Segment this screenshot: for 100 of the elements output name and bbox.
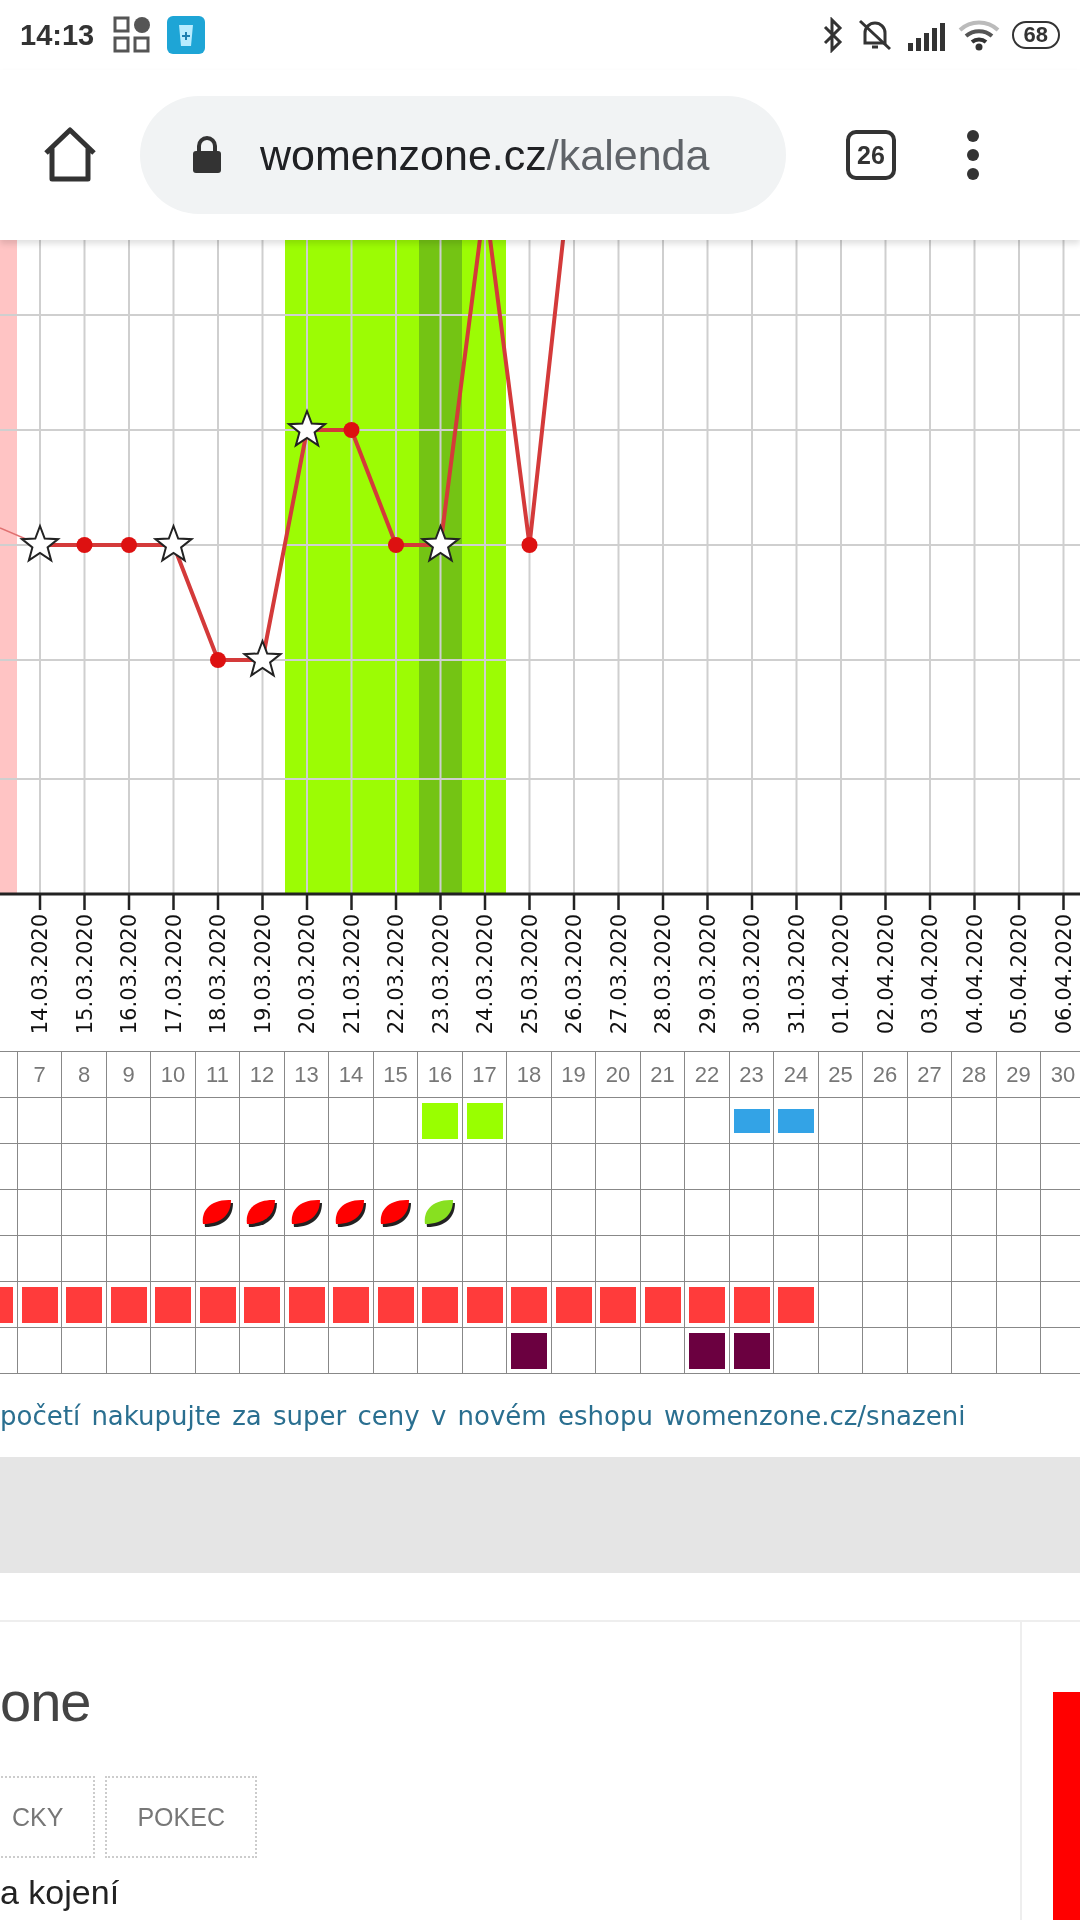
calendar-cell [551, 1190, 597, 1236]
calendar-cell [952, 1098, 997, 1144]
calendar-cell [907, 1282, 953, 1328]
date-label: 17.03.2020 [161, 914, 186, 1035]
calendar-cell [62, 1098, 107, 1144]
tab-count-button[interactable]: 26 [846, 130, 896, 180]
calendar-cell [952, 1144, 997, 1190]
calendar-cell [907, 1190, 953, 1236]
calendar-cell [106, 1190, 152, 1236]
calendar-cell [151, 1098, 196, 1144]
date-label: 31.03.2020 [784, 914, 809, 1035]
calendar-cell [907, 1098, 953, 1144]
calendar-cell [818, 1236, 864, 1282]
day-cell: 25 [818, 1052, 864, 1098]
calendar-cell [863, 1282, 908, 1328]
day-cell: 22 [685, 1052, 730, 1098]
day-cell: 21 [640, 1052, 686, 1098]
day-cell: 11 [195, 1052, 241, 1098]
day-cell: 7 [17, 1052, 63, 1098]
day-cell: 16 [418, 1052, 463, 1098]
calendar-cell [62, 1190, 107, 1236]
calendar-cell [151, 1144, 196, 1190]
calendar-cell [17, 1190, 63, 1236]
calendar-cell [996, 1236, 1042, 1282]
calendar-cell [195, 1098, 241, 1144]
lock-icon [190, 135, 224, 175]
calendar-cell [507, 1144, 552, 1190]
date-label: 06.04.2020 [1051, 914, 1076, 1035]
date-label: 29.03.2020 [695, 914, 720, 1035]
calendar-cell [996, 1190, 1042, 1236]
calendar-cell [818, 1144, 864, 1190]
date-label: 25.03.2020 [517, 914, 542, 1035]
day-cell: 30 [1041, 1052, 1080, 1098]
day-cell: 13 [284, 1052, 330, 1098]
day-cell: 9 [106, 1052, 152, 1098]
date-label: 05.04.2020 [1007, 914, 1031, 1035]
calendar-cell [907, 1328, 953, 1374]
star-marker [152, 523, 195, 563]
date-label: 02.04.2020 [873, 914, 898, 1035]
calendar-cell [996, 1282, 1042, 1328]
battery-indicator: 68 [1011, 21, 1060, 49]
calendar-cell [551, 1144, 597, 1190]
calendar-cell [996, 1328, 1042, 1374]
day-cell: 15 [373, 1052, 419, 1098]
day-cell: 23 [729, 1052, 775, 1098]
calendar-cell [284, 1098, 330, 1144]
data-point [210, 652, 226, 668]
day-cell: 27 [907, 1052, 953, 1098]
date-label: 28.03.2020 [651, 914, 675, 1035]
calendar-cell [640, 1144, 686, 1190]
day-cell: 20 [596, 1052, 641, 1098]
promo-link[interactable]: početí nakupujte za super ceny v novém eshopu womenzone.cz/snazeni [0, 1400, 966, 1431]
calendar-cell [907, 1236, 953, 1282]
calendar-cell [596, 1144, 641, 1190]
day-cell: 28 [952, 1052, 997, 1098]
star-marker [419, 523, 462, 563]
nav-button[interactable]: CKY [0, 1776, 96, 1858]
calendar-cell [996, 1144, 1042, 1190]
calendar-cell [507, 1190, 552, 1236]
date-label: 18.03.2020 [206, 914, 230, 1035]
date-label: 19.03.2020 [250, 914, 275, 1035]
site-logo[interactable]: one [0, 1672, 1020, 1732]
day-cell: 19 [551, 1052, 597, 1098]
calendar-cell [106, 1098, 152, 1144]
data-point [521, 537, 538, 553]
date-label: 20.03.2020 [295, 914, 319, 1035]
date-label: 04.04.2020 [962, 914, 987, 1035]
calendar-cell [17, 1098, 63, 1144]
date-label: 30.03.2020 [740, 914, 764, 1035]
menu-icon[interactable] [966, 129, 980, 181]
calendar-cell [685, 1144, 730, 1190]
date-label: 24.03.2020 [473, 914, 497, 1035]
calendar-cell [240, 1098, 285, 1144]
day-cell: 18 [507, 1052, 552, 1098]
calendar-cell [551, 1098, 597, 1144]
star-marker [241, 638, 284, 678]
calendar-cell [729, 1190, 775, 1236]
address-bar[interactable]: womenzone.cz/kalenda [140, 96, 786, 214]
data-point [76, 537, 93, 553]
data-point [343, 422, 360, 438]
calendar-cell [818, 1190, 864, 1236]
calendar-cell [952, 1282, 997, 1328]
day-cell: 29 [996, 1052, 1042, 1098]
day-cell: 24 [774, 1052, 819, 1098]
data-point [121, 537, 137, 553]
article-title[interactable]: a kojení [0, 1872, 1020, 1912]
day-cell: 10 [151, 1052, 196, 1098]
calendar-cell [863, 1236, 908, 1282]
wifi-icon [957, 18, 1000, 52]
calendar-cell [863, 1190, 908, 1236]
date-label: 01.04.2020 [829, 914, 853, 1035]
calendar-cell [952, 1328, 997, 1374]
calendar-cell [863, 1144, 908, 1190]
calendar-cell [62, 1144, 107, 1190]
calendar-cell [863, 1098, 908, 1144]
day-cell: 14 [329, 1052, 374, 1098]
date-label: 16.03.2020 [117, 914, 141, 1035]
calendar-cell [329, 1098, 374, 1144]
nav-button[interactable]: POKEC [105, 1776, 257, 1858]
star-marker [286, 408, 328, 448]
